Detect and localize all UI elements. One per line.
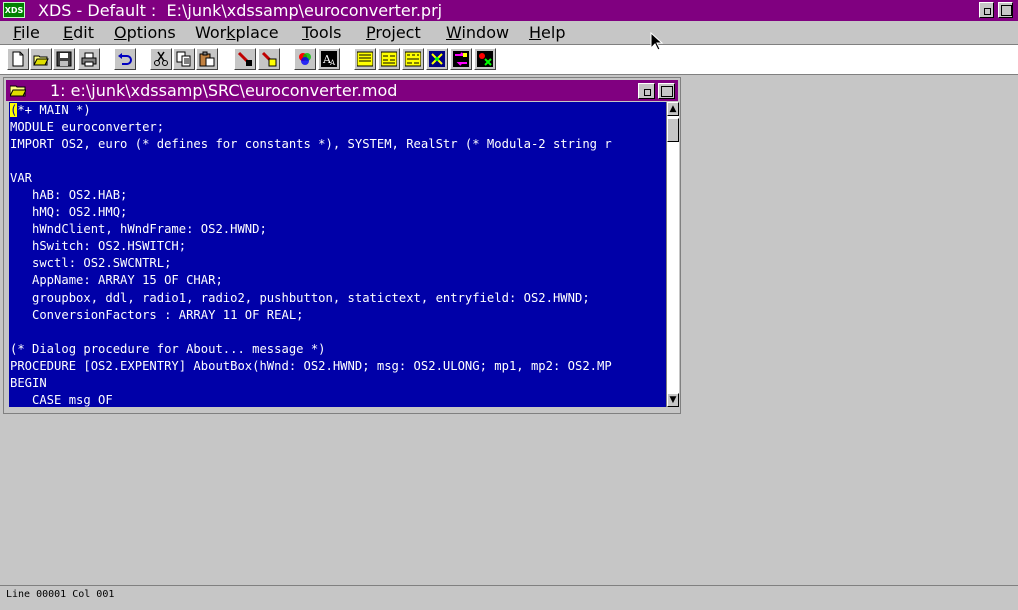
- code-line: swctl: OS2.SWCNTRL;: [10, 256, 172, 271]
- code-line: hSwitch: OS2.HSWITCH;: [10, 239, 187, 254]
- undo-button[interactable]: [114, 48, 136, 70]
- toolbar: AA: [0, 45, 1018, 75]
- menu-window[interactable]: Window: [446, 23, 509, 42]
- copy-button[interactable]: [173, 48, 195, 70]
- code-editor[interactable]: (*+ MAIN *) MODULE euroconverter; IMPORT…: [9, 102, 666, 407]
- debug-button[interactable]: [426, 48, 448, 70]
- copy-icon: [176, 51, 191, 67]
- print-icon: [81, 52, 97, 67]
- menu-workplace[interactable]: Workplace: [195, 23, 279, 42]
- vertical-scrollbar[interactable]: ▲ ▼: [666, 102, 679, 407]
- chevron-down-icon: ▼: [669, 395, 677, 405]
- compile-icon: [357, 51, 373, 67]
- make-icon: [381, 51, 397, 67]
- menu-bar: File Edit Options Workplace Tools Projec…: [0, 21, 1018, 45]
- code-line: AppName: ARRAY 15 OF CHAR;: [10, 273, 223, 288]
- open-file-button[interactable]: [30, 48, 52, 70]
- menu-options[interactable]: Options: [114, 23, 176, 42]
- menu-edit[interactable]: Edit: [63, 23, 94, 42]
- new-file-icon: [12, 51, 24, 67]
- minimize-icon: [644, 89, 651, 96]
- code-line: MODULE euroconverter;: [10, 120, 165, 135]
- undo-icon: [118, 53, 132, 65]
- open-file-icon: [33, 55, 49, 66]
- font-icon: AA: [321, 51, 337, 67]
- app-title: XDS - Default : E:\junk\xdssamp\euroconv…: [38, 1, 443, 20]
- color-icon: [299, 53, 311, 65]
- cursor-position: Line 00001 Col 001: [6, 589, 115, 600]
- scroll-up-button[interactable]: ▲: [667, 102, 679, 116]
- file-folder-icon[interactable]: [10, 83, 26, 97]
- code-line: VAR: [10, 171, 33, 186]
- mouse-pointer-icon: [650, 32, 664, 51]
- cut-icon: [154, 51, 168, 66]
- save-icon: [56, 51, 72, 67]
- find-button[interactable]: [234, 48, 256, 70]
- new-file-button[interactable]: [7, 48, 29, 70]
- maximize-icon: [1001, 5, 1012, 16]
- code-line: ConversionFactors : ARRAY 11 OF REAL;: [10, 307, 304, 322]
- color-button[interactable]: [294, 48, 316, 70]
- scroll-down-button[interactable]: ▼: [667, 393, 679, 407]
- code-line: hAB: OS2.HAB;: [10, 188, 128, 203]
- code-line: (* Dialog procedure for About... message…: [10, 341, 326, 356]
- minimize-button[interactable]: [979, 2, 994, 18]
- menu-help[interactable]: Help: [529, 23, 565, 42]
- editor-title: 1: e:\junk\xdssamp\SRC\euroconverter.mod: [50, 81, 398, 100]
- code-line: groupbox, ddl, radio1, radio2, pushbutto…: [10, 290, 590, 305]
- xds-app-icon[interactable]: XDS: [3, 2, 25, 18]
- code-text[interactable]: (*+ MAIN *) MODULE euroconverter; IMPORT…: [9, 102, 666, 407]
- compile-button[interactable]: [354, 48, 376, 70]
- maximize-icon: [661, 86, 673, 97]
- editor-title-bar[interactable]: 1: e:\junk\xdssamp\SRC\euroconverter.mod: [6, 80, 678, 101]
- paste-icon: [199, 51, 215, 67]
- print-button[interactable]: [78, 48, 100, 70]
- code-line: BEGIN: [10, 375, 47, 390]
- save-button[interactable]: [53, 48, 75, 70]
- find-icon: [237, 51, 252, 66]
- editor-maximize-button[interactable]: [658, 83, 675, 99]
- build-icon: [405, 51, 421, 67]
- editor-minimize-button[interactable]: [638, 83, 655, 99]
- menu-tools[interactable]: Tools: [302, 23, 341, 42]
- menu-project[interactable]: Project: [366, 23, 421, 42]
- replace-icon: [261, 51, 277, 67]
- tool-button[interactable]: [450, 48, 472, 70]
- code-line: *+ MAIN *): [17, 103, 91, 117]
- code-line: PROCEDURE [OS2.EXPENTRY] AboutBox(hWnd: …: [10, 358, 612, 373]
- tool-icon: [453, 51, 469, 67]
- chevron-up-icon: ▲: [669, 104, 677, 114]
- replace-button[interactable]: [258, 48, 280, 70]
- app-title-bar[interactable]: XDS XDS - Default : E:\junk\xdssamp\euro…: [0, 0, 1018, 21]
- maximize-button[interactable]: [998, 2, 1013, 18]
- debug-icon: [429, 51, 445, 67]
- run-icon: [477, 51, 493, 67]
- editor-window[interactable]: 1: e:\junk\xdssamp\SRC\euroconverter.mod…: [3, 77, 681, 414]
- scroll-thumb[interactable]: [667, 118, 679, 142]
- minimize-icon: [984, 8, 991, 15]
- code-line: CASE msg OF: [10, 392, 113, 407]
- menu-file[interactable]: File: [13, 23, 40, 42]
- code-line: IMPORT OS2, euro (* defines for constant…: [10, 137, 612, 152]
- svg-text:A: A: [329, 59, 336, 67]
- make-button[interactable]: [378, 48, 400, 70]
- run-button[interactable]: [474, 48, 496, 70]
- build-button[interactable]: [402, 48, 424, 70]
- code-line: hWndClient, hWndFrame: OS2.HWND;: [10, 222, 267, 237]
- code-line: hMQ: OS2.HMQ;: [10, 205, 128, 220]
- paste-button[interactable]: [196, 48, 218, 70]
- cut-button[interactable]: [150, 48, 172, 70]
- status-bar: Line 00001 Col 001: [0, 585, 1018, 610]
- font-button[interactable]: AA: [318, 48, 340, 70]
